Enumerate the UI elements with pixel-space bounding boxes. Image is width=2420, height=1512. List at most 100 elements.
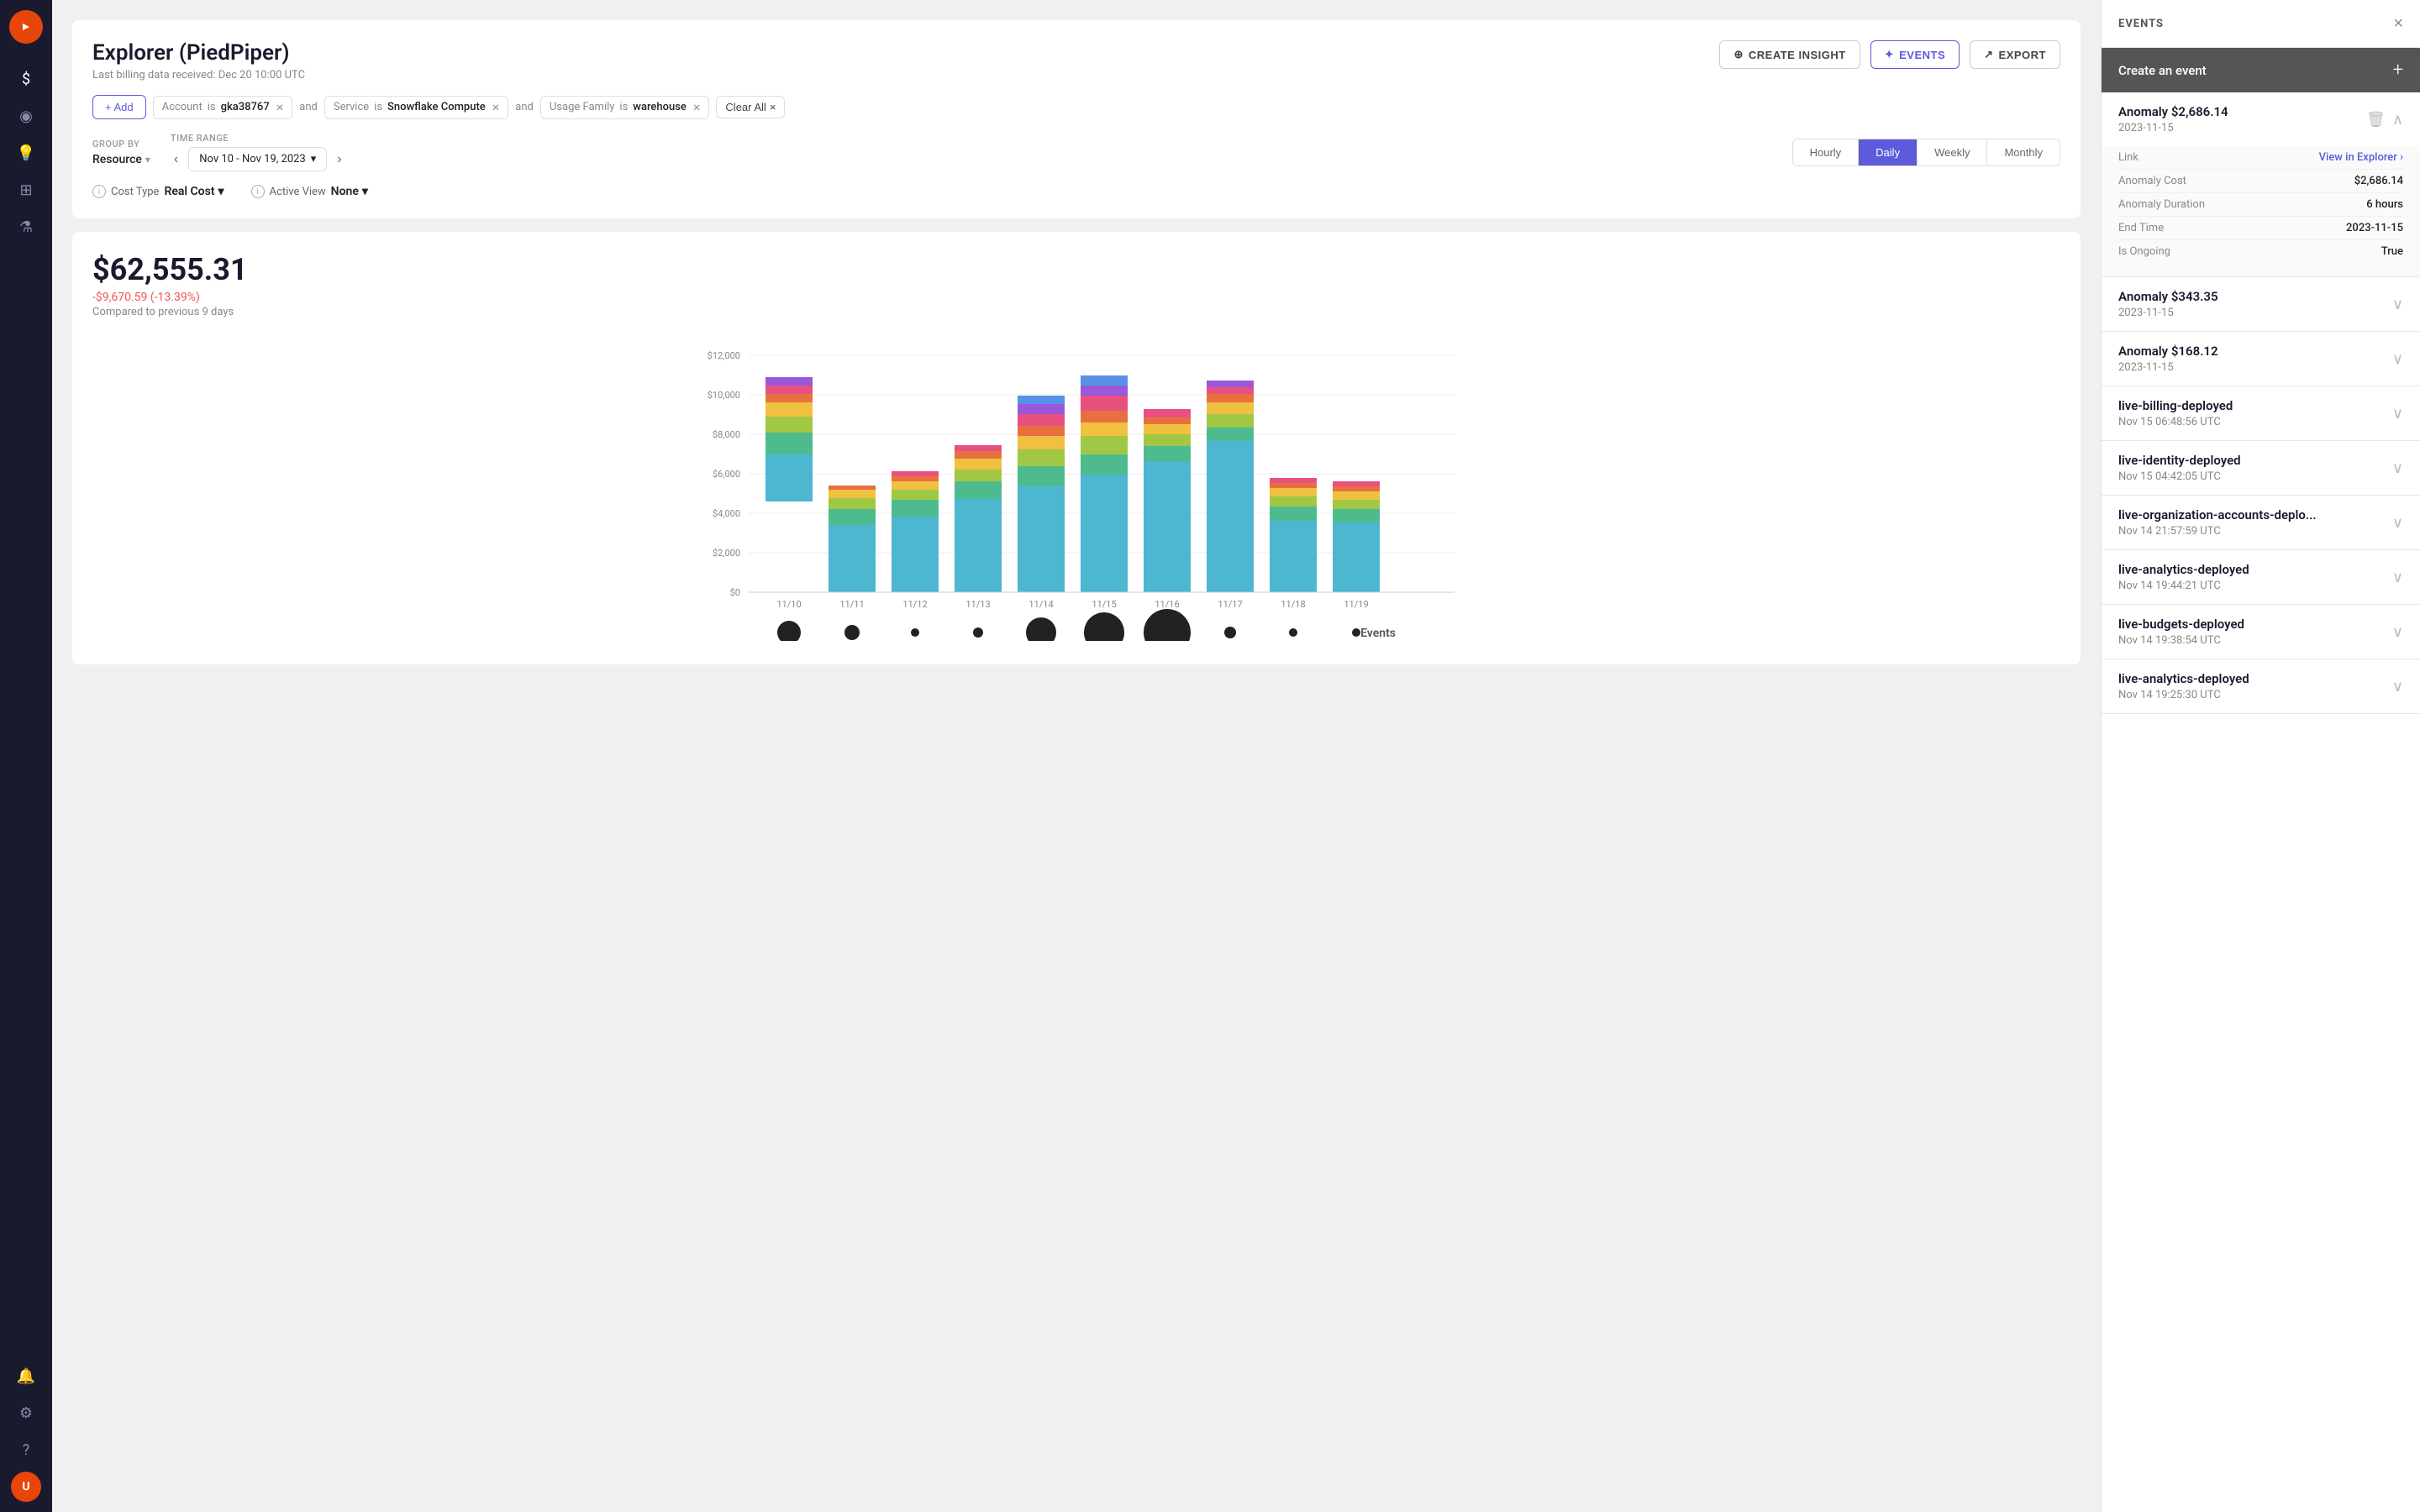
and-text-2: and [515,101,534,113]
add-filter-button[interactable]: + Add [92,95,146,119]
event-detail-ongoing-row: Is Ongoing True [2118,240,2403,263]
group-by-control: Group By Resource ▾ [92,139,150,166]
tab-daily[interactable]: Daily [1859,139,1918,165]
sidebar-item-dollar[interactable]: $ [11,64,41,94]
detail-duration-value: 6 hours [2366,198,2403,211]
sidebar-item-help[interactable]: ? [11,1435,41,1465]
event-item-left-anomaly-2: Anomaly $343.35 2023-11-15 [2118,289,2218,319]
svg-text:$12,000: $12,000 [708,350,740,361]
events-panel-title: EVENTS [2118,18,2164,30]
event-item-left-anomaly-3: Anomaly $168.12 2023-11-15 [2118,344,2218,374]
bar-1112[interactable] [892,471,939,592]
event-detail-anomaly-1: Link View in Explorer › Anomaly Cost $2,… [2102,146,2420,276]
event-item-header-live-org-accounts[interactable]: live-organization-accounts-deplo... Nov … [2102,496,2420,549]
events-panel-close[interactable]: × [2393,15,2403,32]
bar-1110[interactable] [765,377,813,501]
event-actions-live-billing: ∨ [2392,405,2403,423]
filter-chip-account: Account is gka38767 × [153,96,293,119]
filter-account-val: gka38767 [221,101,270,113]
svg-text:$0: $0 [730,587,740,598]
events-button[interactable]: ✦ EVENTS [1870,40,1960,69]
event-actions-live-identity: ∨ [2392,459,2403,477]
event-item-left-live-budgets: live-budgets-deployed Nov 14 19:38:54 UT… [2118,617,2244,647]
event-item-header-anomaly-3[interactable]: Anomaly $168.12 2023-11-15 ∨ [2102,332,2420,386]
event-item-anomaly-2: Anomaly $343.35 2023-11-15 ∨ [2102,277,2420,332]
bar-1119[interactable] [1333,481,1380,592]
help-icon: ? [23,1441,30,1459]
event-actions-live-org-accounts: ∨ [2392,514,2403,532]
detail-cost-value: $2,686.14 [2354,175,2403,187]
clear-all-button[interactable]: Clear All × [716,96,785,118]
sidebar-item-lab[interactable]: ⚗ [11,212,41,242]
group-by-select[interactable]: Resource ▾ [92,153,150,166]
bar-1116[interactable] [1144,409,1191,592]
app-logo[interactable] [9,10,43,44]
event-item-live-org-accounts: live-organization-accounts-deplo... Nov … [2102,496,2420,550]
svg-text:11/12: 11/12 [902,599,927,610]
create-event-row[interactable]: Create an event + [2102,48,2420,92]
sidebar-item-insights[interactable]: 💡 [11,138,41,168]
event-date-live-org-accounts: Nov 14 21:57:59 UTC [2118,525,2317,538]
user-avatar[interactable]: U [11,1472,41,1502]
event-title-anomaly-2: Anomaly $343.35 [2118,289,2218,304]
event-title-live-identity: live-identity-deployed [2118,453,2241,468]
active-view-select[interactable]: None ▾ [331,185,368,198]
filter-service-remove[interactable]: × [492,101,500,114]
sidebar-item-chart[interactable]: ◉ [11,101,41,131]
filter-account-remove[interactable]: × [276,101,284,114]
events-list: Anomaly $2,686.14 2023-11-15 🗑 ∧ Link Vi… [2102,92,2420,1512]
events-panel-header: EVENTS × [2102,0,2420,48]
explorer-card: Explorer (PiedPiper) Last billing data r… [72,20,2081,218]
bar-1111[interactable] [829,486,876,592]
sidebar-item-table[interactable]: ⊞ [11,175,41,205]
filter-row: + Add Account is gka38767 × and Service … [92,95,2060,119]
group-by-label: Group By [92,139,150,150]
svg-text:$4,000: $4,000 [713,508,740,519]
event-item-header-live-identity[interactable]: live-identity-deployed Nov 15 04:42:05 U… [2102,441,2420,495]
cost-type-info[interactable]: i [92,185,106,198]
tab-monthly[interactable]: Monthly [1987,139,2060,165]
filter-chip-service: Service is Snowflake Compute × [324,96,508,119]
detail-endtime-key: End Time [2118,222,2164,234]
svg-text:$2,000: $2,000 [713,548,740,559]
event-item-header-anomaly-2[interactable]: Anomaly $343.35 2023-11-15 ∨ [2102,277,2420,331]
sidebar-item-settings[interactable]: ⚙ [11,1398,41,1428]
detail-ongoing-key: Is Ongoing [2118,245,2170,258]
bar-1117[interactable] [1207,381,1254,592]
cost-type-arrow: ▾ [218,185,224,198]
event-item-header-live-billing[interactable]: live-billing-deployed Nov 15 06:48:56 UT… [2102,386,2420,440]
page-title: Explorer (PiedPiper) [92,40,305,66]
event-actions-anomaly-1: 🗑 ∧ [2366,111,2403,129]
sidebar-item-bell[interactable]: 🔔 [11,1361,41,1391]
event-item-left-live-analytics-2: live-analytics-deployed Nov 14 19:25:30 … [2118,671,2249,701]
event-delete-anomaly-1[interactable]: 🗑 [2366,111,2386,129]
filter-service-op: is [374,101,382,113]
event-chevron-anomaly-2: ∨ [2392,296,2403,313]
export-button[interactable]: ↗ EXPORT [1970,40,2060,69]
detail-link-value[interactable]: View in Explorer › [2319,151,2403,164]
bar-1113[interactable] [955,445,1002,592]
event-item-header-live-budgets[interactable]: live-budgets-deployed Nov 14 19:38:54 UT… [2102,605,2420,659]
event-chevron-live-analytics-2: ∨ [2392,678,2403,696]
tab-hourly[interactable]: Hourly [1793,139,1860,165]
cost-type-select[interactable]: Real Cost ▾ [164,185,224,198]
svg-text:11/10: 11/10 [776,599,801,610]
filter-usage-remove[interactable]: × [693,101,701,114]
time-prev-button[interactable]: ‹ [171,149,182,171]
bar-1118[interactable] [1270,478,1317,592]
time-range-arrow: ▾ [311,153,317,165]
time-range-select[interactable]: Nov 10 - Nov 19, 2023 ▾ [188,147,327,171]
svg-text:11/14: 11/14 [1028,599,1053,610]
event-item-header-anomaly-1[interactable]: Anomaly $2,686.14 2023-11-15 🗑 ∧ [2102,92,2420,146]
tab-weekly[interactable]: Weekly [1918,139,1987,165]
event-item-header-live-analytics-1[interactable]: live-analytics-deployed Nov 14 19:44:21 … [2102,550,2420,604]
create-insight-button[interactable]: ⊕ CREATE INSIGHT [1719,40,1860,69]
event-item-left-anomaly-1: Anomaly $2,686.14 2023-11-15 [2118,104,2228,134]
create-event-plus-icon: + [2393,60,2403,81]
bar-1114[interactable] [1018,396,1065,592]
event-item-header-live-analytics-2[interactable]: live-analytics-deployed Nov 14 19:25:30 … [2102,659,2420,713]
sidebar: $ ◉ 💡 ⊞ ⚗ 🔔 ⚙ ? U [0,0,52,1512]
time-next-button[interactable]: › [334,149,345,171]
bar-1115[interactable] [1081,375,1128,592]
active-view-info[interactable]: i [251,185,265,198]
